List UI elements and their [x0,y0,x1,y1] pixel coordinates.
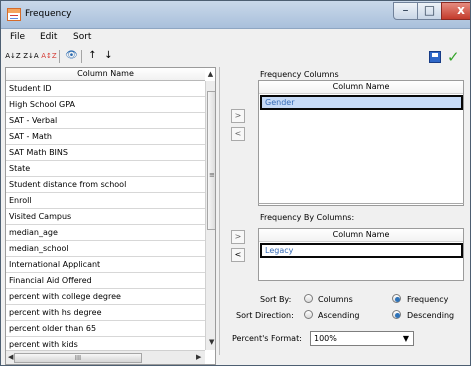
window-title: Frequency [25,9,72,19]
sort-az-button[interactable]: A↓Z [5,50,21,63]
scroll-thumb[interactable] [207,91,215,230]
list-item[interactable]: Financial Aid Offered [6,273,205,289]
list-item[interactable]: SAT Math BINS [6,145,205,161]
toolbar-separator [81,50,82,63]
frequency-by-column-legacy[interactable]: Legacy [260,243,463,258]
available-columns-list[interactable]: Column Name ▲ Student ID High School GPA… [5,67,216,365]
panel-divider [219,67,220,355]
list-item[interactable]: Student ID [6,81,205,97]
sort-by-label: Sort By: [260,295,292,304]
add-frequency-column-button[interactable]: > [231,109,245,123]
horizontal-scroll-thumb[interactable]: III [14,353,142,363]
sort-ascending-radio[interactable] [304,310,313,319]
list-item[interactable]: median_age [6,225,205,241]
sort-descending-radio[interactable] [392,310,401,319]
sort-ascending-label[interactable]: Ascending [318,311,359,320]
list-item[interactable]: Student distance from school [6,177,205,193]
column-name-header: Column Name [6,68,205,81]
frequency-by-columns-list[interactable]: Column Name Legacy [258,228,464,281]
percent-format-label: Percent's Format: [232,334,302,343]
clear-sort-button[interactable]: A↕Z [41,50,57,63]
move-up-icon[interactable]: ↑ [86,50,99,63]
move-down-icon[interactable]: ↓ [102,50,115,63]
find-icon[interactable]: 👁 [65,50,78,63]
list-item[interactable]: percent with hs degree [6,305,205,321]
frequency-column-gender[interactable]: Gender [260,95,463,110]
menu-file[interactable]: File [10,32,25,42]
scroll-grip-icon: ≡ [209,171,215,179]
chevron-down-icon: ▼ [402,334,409,343]
percent-format-value: 100% [314,334,337,343]
horizontal-scrollbar[interactable]: ◀ III ▶ [6,350,205,364]
list-item[interactable]: percent with college degree [6,289,205,305]
sort-direction-label: Sort Direction: [236,311,294,320]
scroll-right-icon[interactable]: ▶ [196,353,201,361]
check-icon[interactable]: ✓ [447,48,460,66]
toolbar-separator [59,50,60,63]
maximize-button[interactable]: □ [417,2,442,20]
vertical-scrollbar[interactable]: ≡ ▼ [205,81,215,350]
frequency-icon [7,8,21,21]
sort-by-frequency-radio[interactable] [392,294,401,303]
menu-sort[interactable]: Sort [73,32,91,42]
sort-descending-label[interactable]: Descending [407,311,454,320]
menu-edit[interactable]: Edit [40,32,57,42]
frequency-columns-list[interactable]: Column Name Gender [258,80,464,206]
title-bar: Frequency – □ x [1,1,470,29]
minimize-button[interactable]: – [393,2,418,20]
section-divider [258,203,464,208]
frequency-by-columns-label: Frequency By Columns: [260,213,355,222]
list-item[interactable]: International Applicant [6,257,205,273]
menu-bar: File Edit Sort [1,29,470,47]
toolbar: A↓Z Z↓A A↕Z 👁 ↑ ↓ ✓ [1,47,470,67]
percent-format-select[interactable]: 100% ▼ [310,331,414,346]
remove-frequency-column-button[interactable]: < [231,127,245,141]
add-by-column-button[interactable]: > [231,230,245,244]
scroll-left-icon[interactable]: ◀ [8,353,13,361]
list-item[interactable]: Enroll [6,193,205,209]
frequency-window: Frequency – □ x File Edit Sort A↓Z Z↓A A… [0,0,471,366]
frequency-columns-label: Frequency Columns [260,70,339,79]
list-item[interactable]: median_school [6,241,205,257]
list-item[interactable]: Visited Campus [6,209,205,225]
sort-by-columns-label[interactable]: Columns [318,295,353,304]
remove-by-column-button[interactable]: < [231,248,245,262]
frequency-by-column-name-header: Column Name [259,229,463,242]
list-item[interactable]: State [6,161,205,177]
scroll-up-icon[interactable]: ▲ [206,70,215,79]
list-item[interactable]: SAT - Math [6,129,205,145]
sort-by-columns-radio[interactable] [304,294,313,303]
list-item[interactable]: SAT - Verbal [6,113,205,129]
save-icon[interactable] [429,51,441,63]
scroll-down-icon[interactable]: ▼ [209,338,214,346]
frequency-column-name-header: Column Name [259,81,463,94]
sort-za-button[interactable]: Z↓A [23,50,39,63]
close-button[interactable]: x [441,2,470,20]
list-item[interactable]: High School GPA [6,97,205,113]
sort-by-frequency-label[interactable]: Frequency [407,295,448,304]
list-item[interactable]: percent older than 65 [6,321,205,337]
